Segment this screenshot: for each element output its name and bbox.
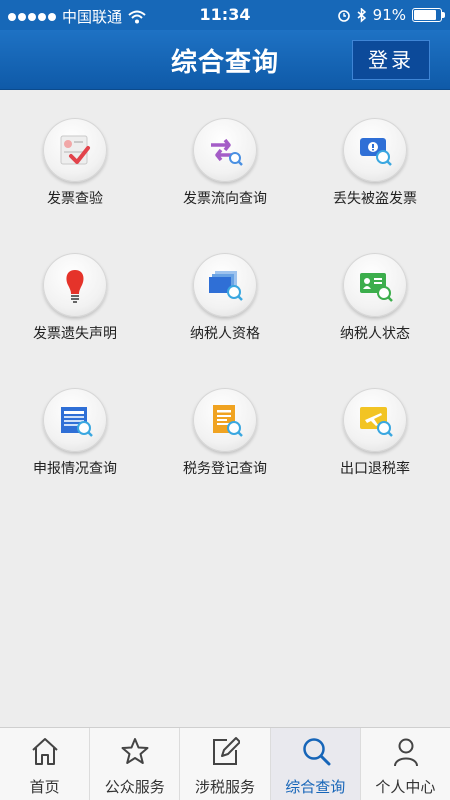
menu-item-taxpayer-qualification[interactable]: 纳税人资格 <box>150 225 300 345</box>
star-icon <box>121 738 149 764</box>
invoice-flow-icon <box>211 138 243 166</box>
battery-percent: 91% <box>372 6 406 24</box>
tab-personal-center[interactable]: 个人中心 <box>361 728 450 800</box>
user-icon <box>393 738 418 767</box>
menu-item-lost-declaration[interactable]: 发票遗失声明 <box>0 225 150 345</box>
tax-registration-icon <box>213 405 243 437</box>
menu-item-label: 申报情况查询 <box>33 461 117 477</box>
tab-label: 公众服务 <box>104 778 165 796</box>
tab-bar: 首页 公众服务 涉税服务 综合查询 个人中心 <box>0 727 450 800</box>
lost-invoice-icon <box>360 138 392 166</box>
search-icon <box>302 738 331 766</box>
tab-label: 首页 <box>29 778 60 796</box>
tab-tax-service[interactable]: 涉税服务 <box>180 728 271 800</box>
menu-item-invoice-flow[interactable]: 发票流向查询 <box>150 90 300 210</box>
menu-item-label: 发票查验 <box>47 191 103 207</box>
menu-item-label: 纳税人资格 <box>190 326 260 342</box>
tab-public-service[interactable]: 公众服务 <box>90 728 181 800</box>
invoice-check-icon <box>60 135 90 165</box>
tab-comprehensive-query[interactable]: 综合查询 <box>270 728 361 800</box>
bluetooth-icon <box>357 7 366 23</box>
menu-item-label: 出口退税率 <box>340 461 410 477</box>
menu-item-declaration-query[interactable]: 申报情况查询 <box>0 360 150 480</box>
menu-item-lost-invoice[interactable]: 丢失被盗发票 <box>300 90 450 210</box>
menu-item-tax-registration[interactable]: 税务登记查询 <box>150 360 300 480</box>
menu-item-export-rebate[interactable]: 出口退税率 <box>300 360 450 480</box>
tab-label: 综合查询 <box>285 778 346 796</box>
menu-item-label: 发票流向查询 <box>183 191 267 207</box>
alarm-icon <box>337 10 350 22</box>
menu-item-label: 丢失被盗发票 <box>333 191 417 207</box>
menu-item-label: 纳税人状态 <box>340 326 410 342</box>
tab-label: 个人中心 <box>375 778 436 796</box>
tab-label: 涉税服务 <box>195 778 256 796</box>
battery-icon <box>412 8 445 22</box>
export-rebate-icon <box>360 407 393 437</box>
tab-home[interactable]: 首页 <box>0 728 91 800</box>
lost-declaration-icon <box>66 270 84 303</box>
status-bar: 中国联通 11:34 91% <box>0 0 450 30</box>
taxpayer-qualification-icon <box>209 271 243 301</box>
edit-icon <box>213 737 241 765</box>
menu-item-taxpayer-status[interactable]: 纳税人状态 <box>300 225 450 345</box>
menu-item-label: 发票遗失声明 <box>33 326 117 342</box>
menu-item-invoice-check[interactable]: 发票查验 <box>0 90 150 210</box>
declaration-query-icon <box>61 407 93 437</box>
home-icon <box>32 738 58 765</box>
nav-bar: 综合查询 登录 <box>0 30 450 90</box>
login-button[interactable]: 登录 <box>352 40 430 80</box>
taxpayer-status-icon <box>360 273 393 302</box>
menu-item-label: 税务登记查询 <box>183 461 267 477</box>
